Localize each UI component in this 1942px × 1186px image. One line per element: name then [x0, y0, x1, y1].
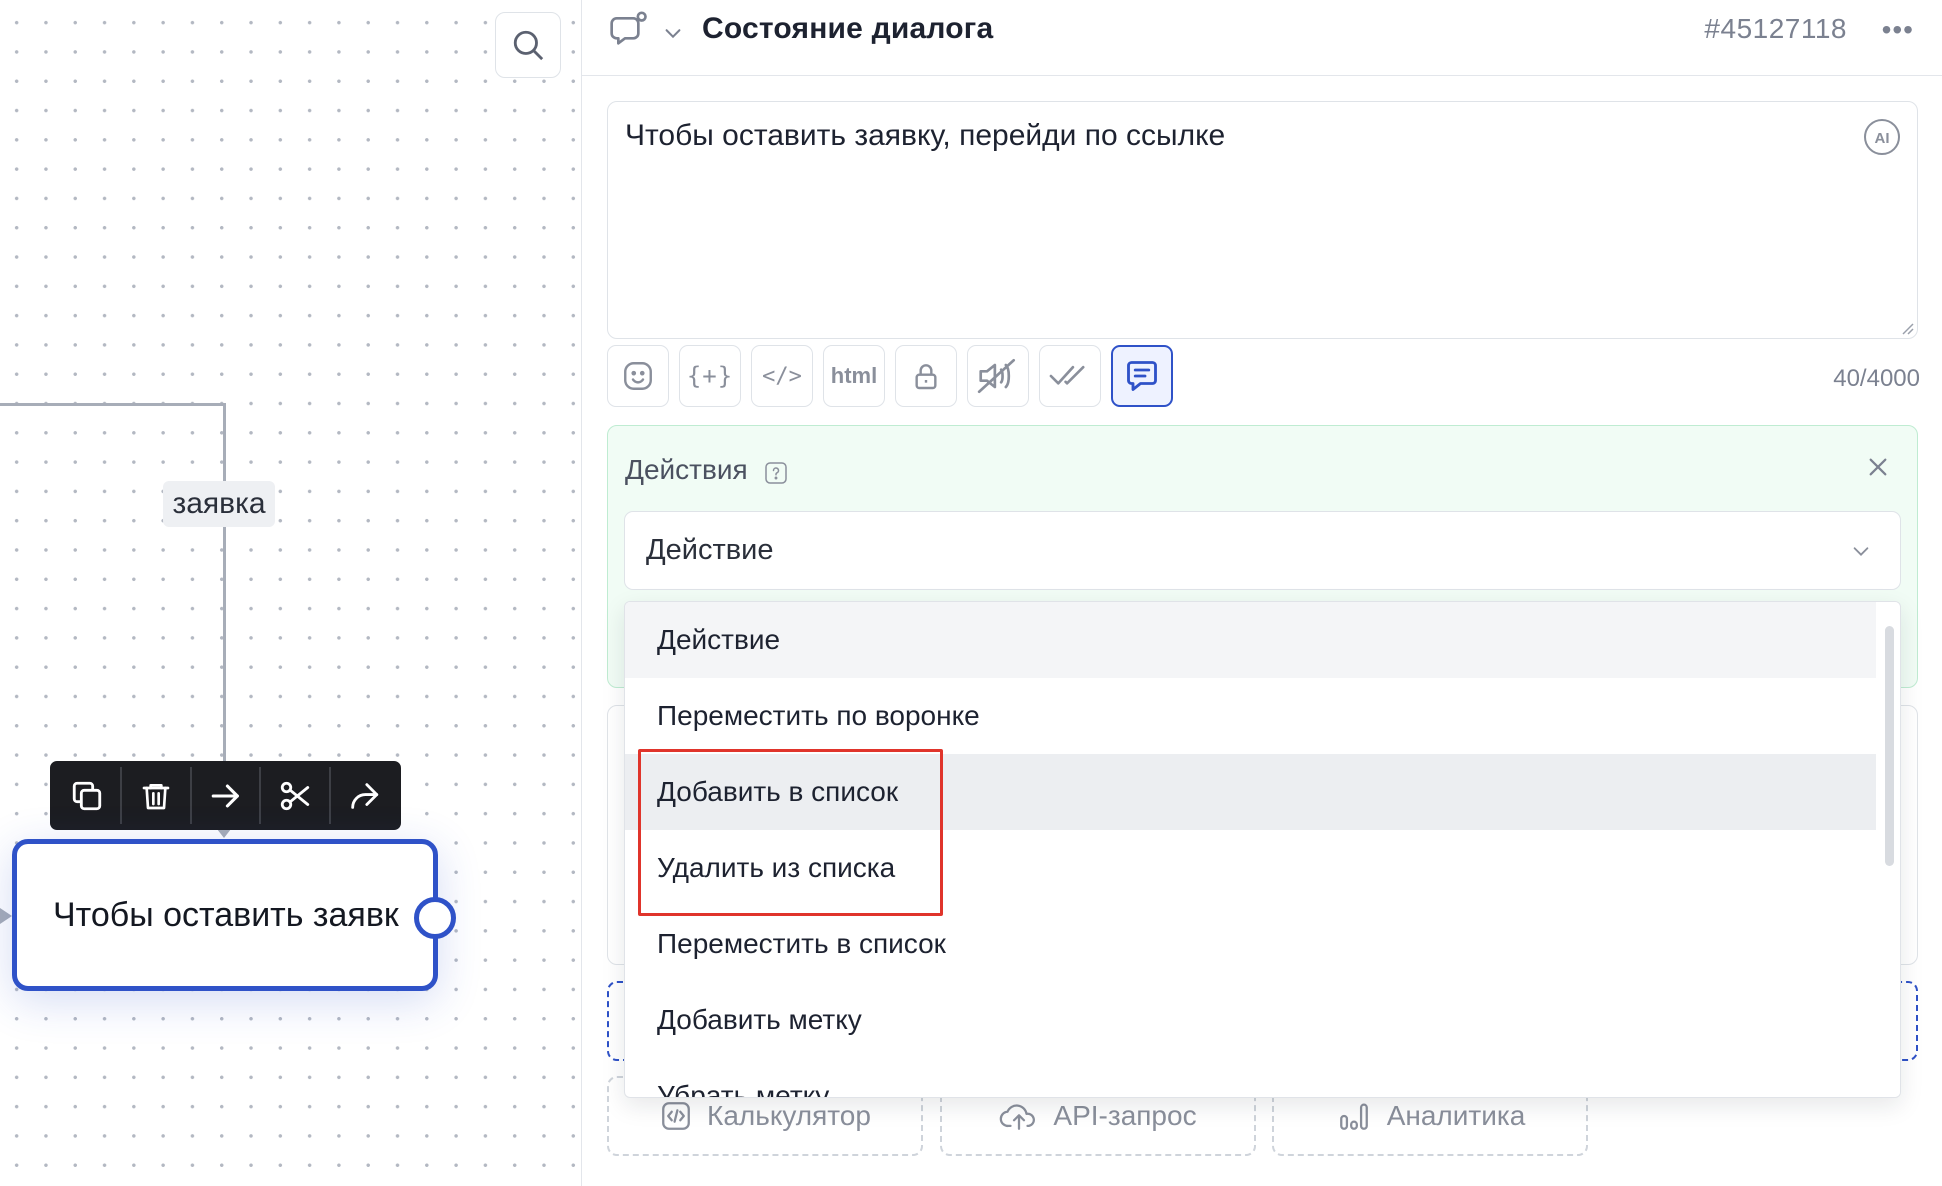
- message-text: Чтобы оставить заявку, перейди по ссылке: [625, 119, 1226, 152]
- help-icon[interactable]: [764, 461, 788, 485]
- action-select[interactable]: Действие: [624, 511, 1901, 590]
- scissors-icon: [280, 781, 310, 810]
- mute-button[interactable]: [967, 345, 1029, 407]
- node-output-port[interactable]: [414, 897, 456, 939]
- copy-icon: [72, 781, 101, 810]
- cut-button[interactable]: [261, 761, 328, 830]
- dropdown-option[interactable]: Действие: [625, 602, 1877, 678]
- dropdown-option[interactable]: Убрать метку: [625, 1058, 1877, 1097]
- ai-assist-icon[interactable]: AI: [1862, 117, 1902, 157]
- lock-button[interactable]: [895, 345, 957, 407]
- html-button[interactable]: html: [823, 345, 885, 407]
- trash-icon: [142, 783, 170, 809]
- node-settings-panel: Состояние диалога #45127118 ••• Чтобы ос…: [582, 0, 1942, 1186]
- mute-icon: [977, 358, 1016, 394]
- edge-arrow: [217, 829, 231, 838]
- calculator-label: Калькулятор: [707, 1100, 871, 1131]
- chat-bubble-icon[interactable]: [610, 10, 650, 50]
- more-options-button[interactable]: •••: [1882, 14, 1914, 46]
- node-id[interactable]: #45127118: [1704, 13, 1847, 45]
- share-button[interactable]: [331, 761, 398, 830]
- dropdown-option[interactable]: Добавить метку: [625, 982, 1877, 1058]
- api-request-label: API-запрос: [1053, 1100, 1197, 1131]
- chevron-down-icon: [1853, 547, 1869, 556]
- emoji-button[interactable]: [607, 345, 669, 407]
- analytics-label: Аналитика: [1386, 1100, 1526, 1131]
- html-label: html: [830, 363, 878, 388]
- action-select-value: Действие: [646, 534, 774, 566]
- panel-title: Состояние диалога: [702, 12, 994, 45]
- ai-label: AI: [1875, 130, 1890, 147]
- incoming-edge-arrow: [0, 908, 12, 924]
- lock-icon: [915, 364, 937, 390]
- bar-chart-icon: [1339, 1103, 1368, 1130]
- dropdown-option[interactable]: Добавить в список: [625, 754, 1877, 830]
- dropdown-scrollbar[interactable]: [1876, 602, 1900, 1097]
- edge-line: [0, 403, 226, 406]
- flow-node[interactable]: Чтобы оставить заявк: [12, 839, 438, 991]
- variable-button[interactable]: {+}: [679, 345, 741, 407]
- double-check-icon: [1049, 365, 1085, 385]
- panel-header: Состояние диалога #45127118 •••: [582, 0, 1942, 76]
- code-button[interactable]: </>: [751, 345, 813, 407]
- arrow-right-icon: [211, 784, 239, 807]
- chat-bubble-icon: [1127, 361, 1157, 391]
- node-text: Чтобы оставить заявк: [53, 895, 399, 934]
- scrollbar-thumb[interactable]: [1885, 626, 1894, 866]
- char-counter: 40/4000: [1833, 365, 1920, 392]
- chevron-down-icon[interactable]: [662, 22, 684, 44]
- read-receipt-button[interactable]: [1039, 345, 1101, 407]
- canvas-search-button[interactable]: [495, 12, 561, 78]
- message-textarea[interactable]: Чтобы оставить заявку, перейди по ссылке…: [607, 101, 1918, 339]
- chat-mode-button[interactable]: [1111, 345, 1173, 407]
- copy-button[interactable]: [53, 761, 120, 830]
- connect-button[interactable]: [192, 761, 259, 830]
- code-icon: </>: [762, 363, 802, 389]
- resize-handle-icon[interactable]: [1899, 320, 1915, 336]
- flow-canvas[interactable]: заявка Чтобы оставить заявк: [0, 0, 581, 1186]
- dropdown-option[interactable]: Переместить в список: [625, 906, 1877, 982]
- node-toolbar: [50, 761, 401, 830]
- actions-title: Действия: [625, 454, 748, 485]
- cloud-upload-icon: [1000, 1104, 1036, 1130]
- close-icon[interactable]: [1867, 456, 1889, 478]
- edge-label[interactable]: заявка: [163, 481, 275, 527]
- variable-icon: {+}: [686, 362, 734, 390]
- share-icon: [351, 782, 379, 809]
- delete-button[interactable]: [122, 761, 189, 830]
- dropdown-option[interactable]: Удалить из списка: [625, 830, 1877, 906]
- code-icon: [662, 1102, 690, 1130]
- dropdown-option[interactable]: Переместить по воронке: [625, 678, 1877, 754]
- search-icon: [513, 30, 544, 61]
- action-dropdown-menu: Действие Переместить по воронке Добавить…: [624, 601, 1901, 1098]
- emoji-icon: [624, 362, 652, 390]
